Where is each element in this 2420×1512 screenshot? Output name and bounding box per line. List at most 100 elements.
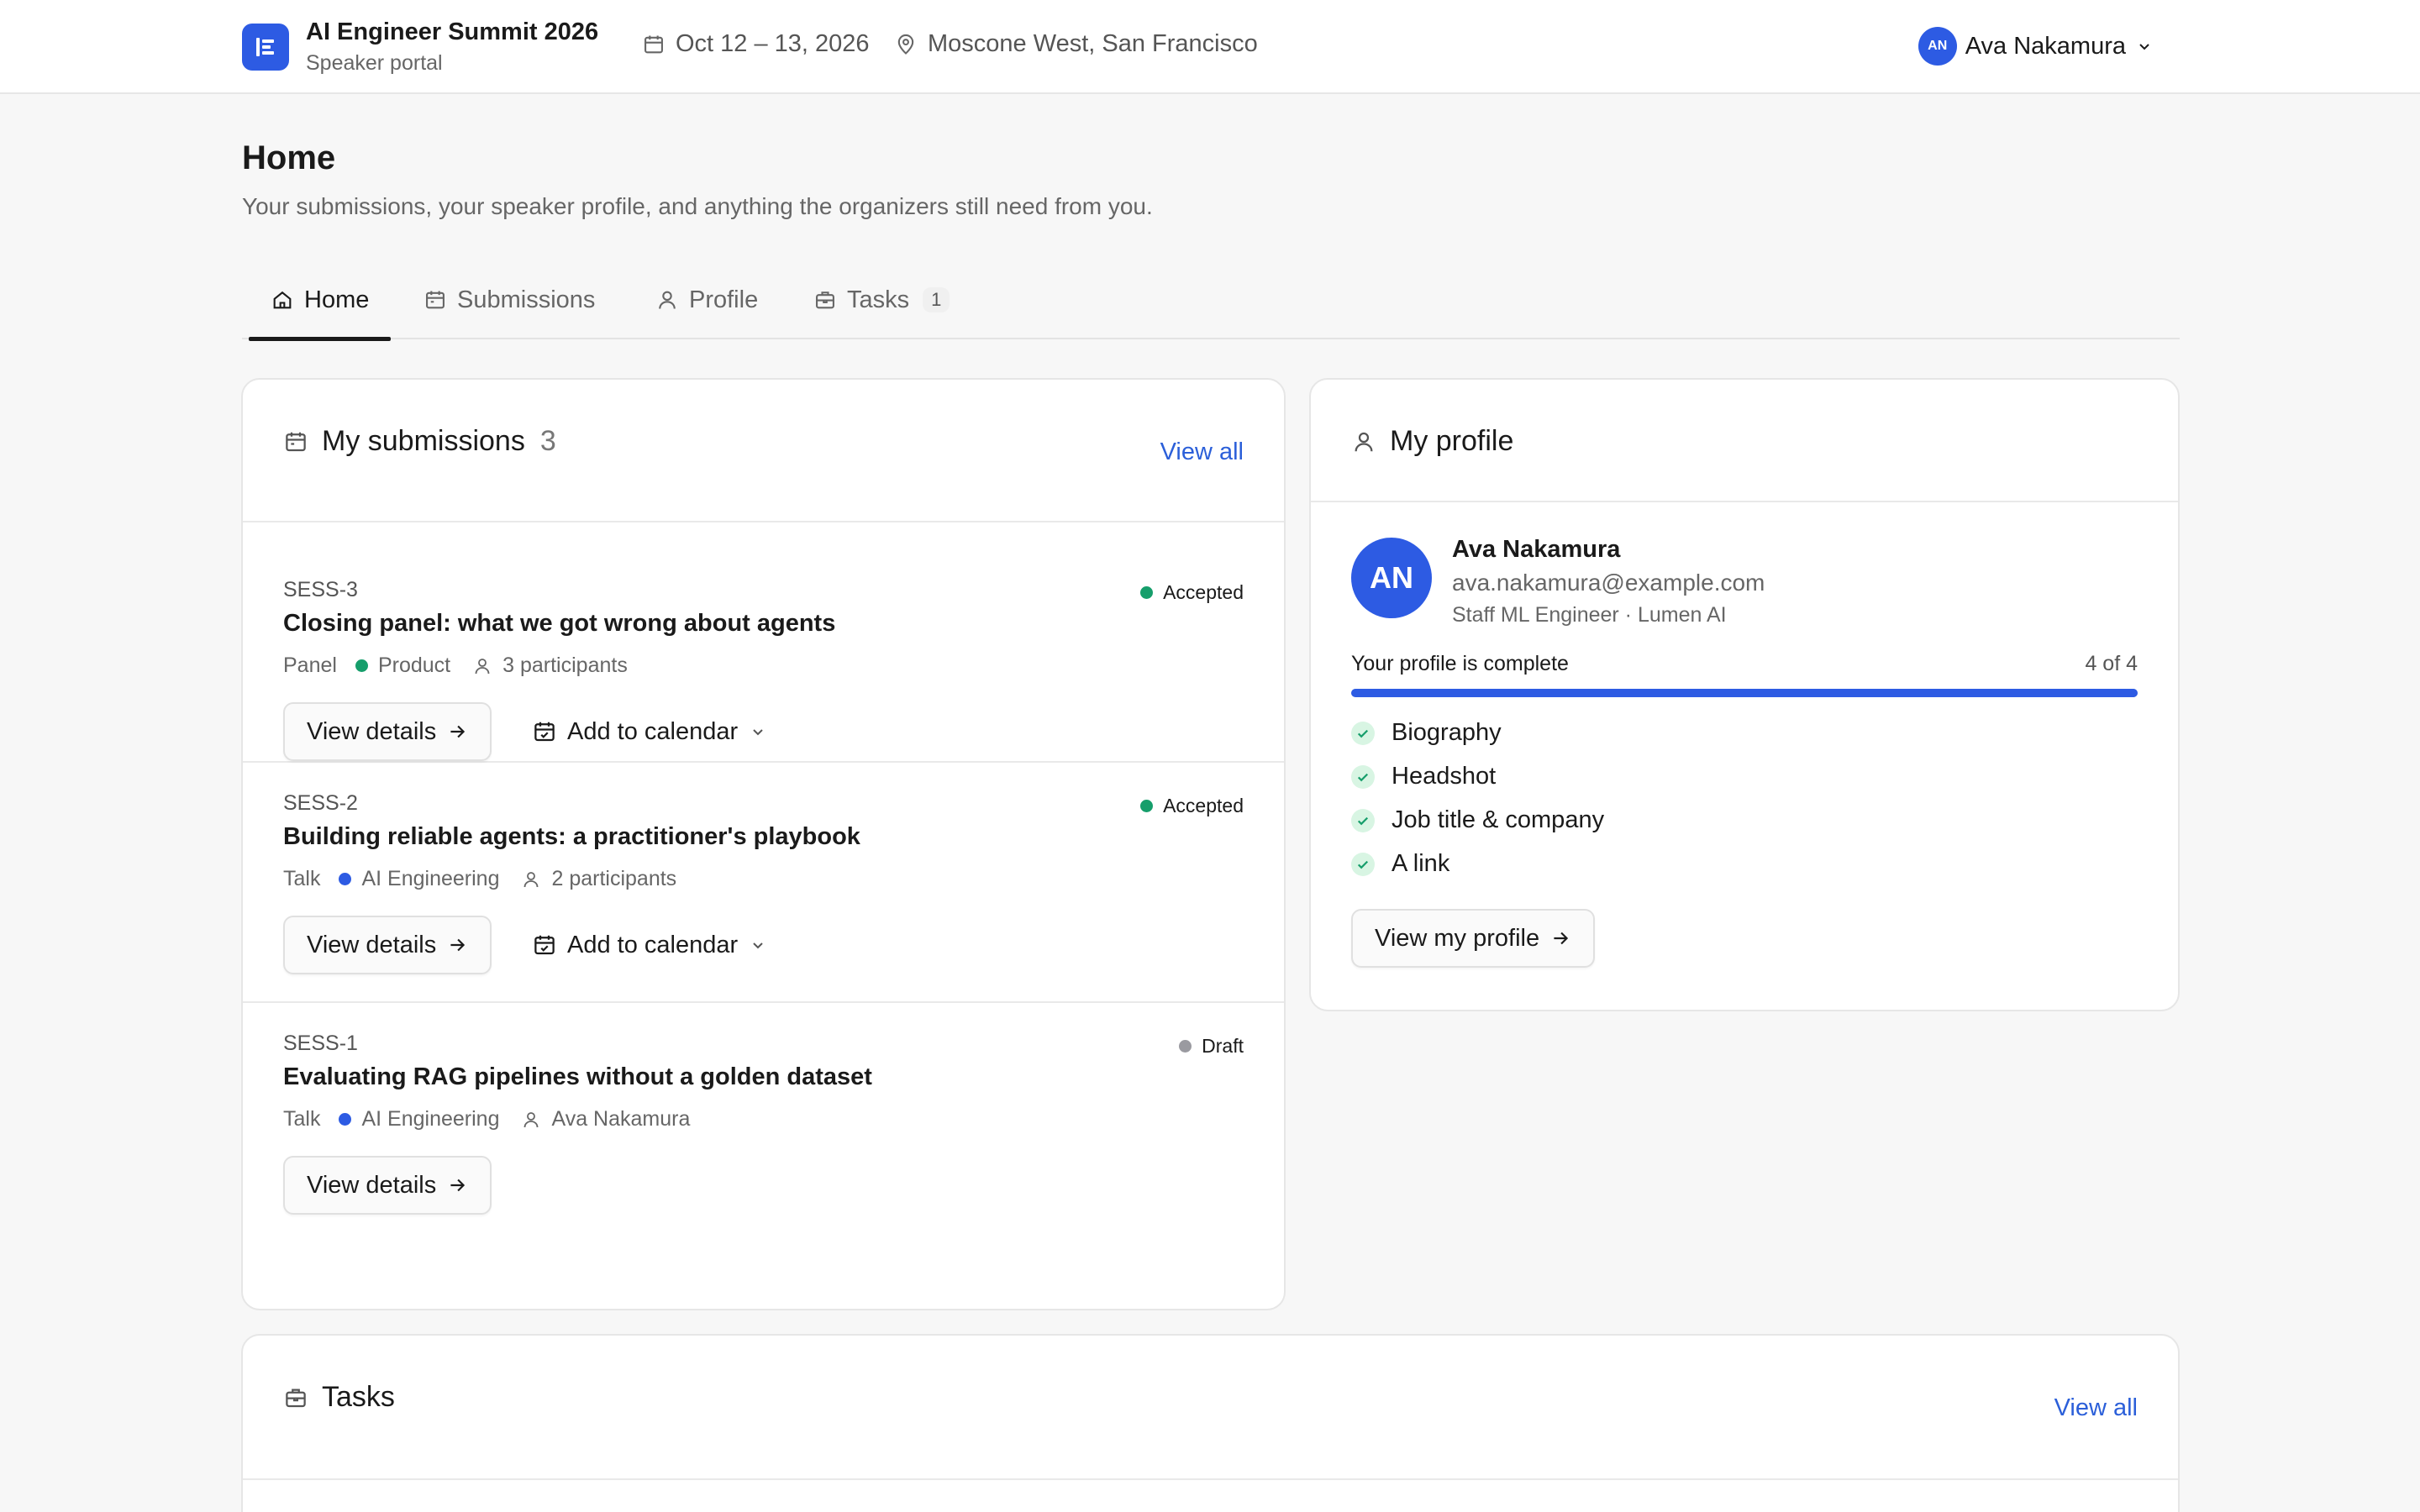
tab-bar: Home Submissions Profile Tasks 1	[242, 260, 2180, 341]
tab-label: Home	[304, 286, 370, 313]
tab-submissions[interactable]: Submissions	[424, 260, 595, 339]
submission-participants: 2 participants	[551, 867, 677, 890]
tab-tasks[interactable]: Tasks 1	[813, 260, 950, 339]
status-badge: Accepted	[1140, 581, 1244, 604]
tasks-card: Tasks View all	[241, 1334, 2180, 1512]
view-details-label: View details	[307, 1171, 437, 1199]
submissions-card-header: My submissions 3 View all	[243, 380, 1284, 522]
tab-label: Submissions	[457, 286, 596, 313]
person-icon	[521, 1110, 541, 1130]
person-icon	[655, 288, 679, 312]
submission-meta: Talk AI Engineering 2 participants	[283, 867, 676, 891]
status-badge: Draft	[1179, 1035, 1244, 1058]
tasks-card-title: Tasks	[283, 1381, 395, 1414]
submission-id: SESS-3	[283, 578, 358, 601]
profile-role: Staff ML Engineer · Lumen AI	[1452, 603, 1727, 627]
submissions-view-all-link[interactable]: View all	[1160, 438, 1244, 466]
view-details-button[interactable]: View details	[283, 702, 492, 761]
check-icon	[1351, 852, 1375, 876]
add-to-calendar-label: Add to calendar	[567, 717, 739, 745]
view-details-label: View details	[307, 717, 437, 745]
person-icon	[472, 656, 492, 676]
event-location-text: Moscone West, San Francisco	[928, 30, 1258, 57]
submission-row: SESS-3 Closing panel: what we got wrong …	[243, 522, 1284, 763]
view-details-button[interactable]: View details	[283, 916, 492, 974]
submission-row: SESS-1 Evaluating RAG pipelines without …	[243, 1003, 1284, 1310]
view-details-button[interactable]: View details	[283, 1156, 492, 1215]
profile-title: My profile	[1390, 425, 1514, 457]
check-icon	[1351, 721, 1375, 745]
submission-title[interactable]: Building reliable agents: a practitioner…	[283, 823, 860, 851]
track-color-dot	[339, 873, 352, 885]
add-to-calendar-button[interactable]: Add to calendar	[532, 916, 768, 974]
tasks-card-header: Tasks View all	[243, 1336, 2178, 1480]
submissions-count: 3	[539, 425, 556, 457]
status-label: Accepted	[1163, 795, 1244, 816]
avatar: AN	[1918, 27, 1957, 66]
briefcase-icon	[283, 1385, 308, 1410]
status-dot	[1140, 586, 1154, 599]
profile-card-header: My profile	[1311, 380, 2178, 502]
portal-label: Speaker portal	[306, 51, 443, 75]
calendar-icon	[642, 33, 666, 56]
checklist-label: Headshot	[1392, 763, 1497, 790]
checklist-item: Biography	[1351, 719, 1502, 747]
track-color-dot	[339, 1113, 352, 1126]
submission-format: Talk	[283, 867, 321, 890]
view-my-profile-button[interactable]: View my profile	[1351, 909, 1596, 968]
calendar-check-icon	[532, 932, 557, 958]
add-to-calendar-button[interactable]: Add to calendar	[532, 702, 768, 761]
user-name: Ava Nakamura	[1965, 32, 2126, 60]
arrow-right-icon	[446, 934, 468, 956]
checklist-item: Job title & company	[1351, 806, 1604, 834]
event-dates: Oct 12 – 13, 2026	[642, 30, 870, 58]
submission-participants: 3 participants	[502, 654, 628, 677]
submission-title[interactable]: Closing panel: what we got wrong about a…	[283, 610, 835, 638]
arrow-right-icon	[1549, 927, 1571, 949]
tab-label: Profile	[689, 286, 759, 313]
check-icon	[1351, 808, 1375, 832]
status-badge: Accepted	[1140, 795, 1244, 817]
chevron-down-icon	[748, 935, 768, 955]
profile-progress-bar	[1351, 689, 2138, 697]
submissions-title: My submissions	[322, 425, 525, 457]
calendar-icon	[283, 429, 308, 454]
tab-profile[interactable]: Profile	[655, 260, 758, 339]
status-label: Accepted	[1163, 581, 1244, 603]
avatar: AN	[1351, 538, 1432, 618]
page-title: Home	[242, 139, 336, 176]
submission-meta: Panel Product 3 participants	[283, 654, 628, 678]
user-menu[interactable]: AN Ava Nakamura	[1918, 27, 2154, 66]
profile-progress-label: Your profile is complete	[1351, 652, 1569, 675]
submissions-card-title: My submissions 3	[283, 425, 556, 458]
status-dot	[1140, 800, 1154, 812]
add-to-calendar-label: Add to calendar	[567, 931, 739, 958]
map-pin-icon	[894, 33, 918, 56]
event-location: Moscone West, San Francisco	[894, 30, 1258, 58]
submission-track: Product	[377, 654, 451, 677]
profile-name: Ava Nakamura	[1452, 536, 1621, 563]
arrow-right-icon	[446, 721, 468, 743]
profile-card: My profile AN Ava Nakamura ava.nakamura@…	[1309, 378, 2180, 1011]
submission-row: SESS-2 Building reliable agents: a pract…	[243, 763, 1284, 1003]
view-details-label: View details	[307, 931, 437, 958]
arrow-right-icon	[446, 1174, 468, 1196]
track-color-dot	[355, 659, 368, 672]
submission-id: SESS-1	[283, 1032, 358, 1055]
submission-id: SESS-2	[283, 791, 358, 815]
submission-track: AI Engineering	[361, 867, 500, 890]
checklist-label: Job title & company	[1392, 806, 1605, 833]
checklist-label: Biography	[1392, 719, 1502, 746]
checklist-label: A link	[1392, 850, 1450, 877]
submission-title[interactable]: Evaluating RAG pipelines without a golde…	[283, 1063, 872, 1091]
profile-progress-fill	[1351, 689, 2138, 697]
submission-format: Panel	[283, 654, 337, 677]
page-subtitle: Your submissions, your speaker profile, …	[242, 193, 1153, 219]
tasks-view-all-link[interactable]: View all	[2054, 1394, 2138, 1422]
chevron-down-icon	[2134, 36, 2154, 56]
tab-home[interactable]: Home	[249, 260, 392, 341]
event-dates-text: Oct 12 – 13, 2026	[676, 30, 870, 57]
submissions-card: My submissions 3 View all SESS-3 Closing…	[241, 378, 1286, 1310]
event-logo-icon[interactable]	[242, 24, 289, 71]
submission-participants: Ava Nakamura	[551, 1107, 691, 1131]
